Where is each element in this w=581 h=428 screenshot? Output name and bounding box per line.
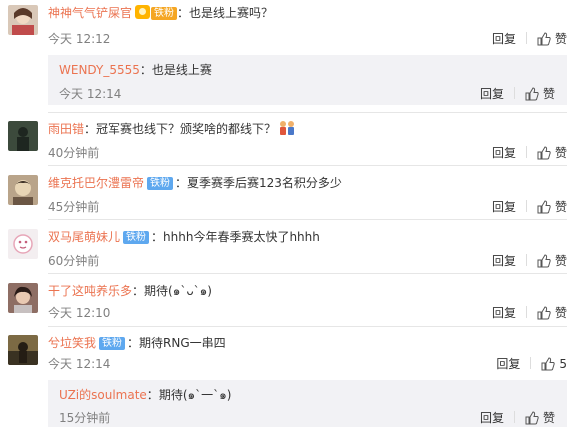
reply-username[interactable]: WENDY_5555 [59, 63, 140, 77]
divider [48, 219, 567, 220]
comment-text: 也是线上赛吗？ [189, 6, 274, 20]
divider [48, 112, 567, 113]
reply-box: UZi的soulmate：期待(๑`一`๑) 15分钟前 回复 赞 [48, 380, 567, 427]
reply-button[interactable]: 回复 [480, 85, 504, 102]
reply-button[interactable]: 回复 [492, 30, 516, 47]
comment-item: 神神气气铲屎官 铁粉 ：也是线上赛吗？ 今天 12:12 回复赞 WENDY_555… [0, 0, 581, 110]
comment-body: 维克托巴尔澧雷帝 铁粉 ：夏季赛季后赛123名积分多少 [48, 176, 342, 190]
reply-button[interactable]: 回复 [492, 252, 516, 269]
divider [48, 273, 567, 274]
fan-badge: 铁粉 [151, 7, 178, 20]
thumbs-up-icon [525, 87, 539, 104]
reply-button[interactable]: 回复 [492, 198, 516, 215]
people-emoji-icon [278, 120, 296, 141]
reply-time: 15分钟前 [59, 411, 111, 425]
comment-body: 兮垃笑我 铁粉 ：期待RNG一串四 [48, 336, 226, 350]
reply-time: 今天 12:14 [59, 87, 122, 101]
action-divider [513, 411, 515, 423]
comment-text: hhhh今年春季赛太快了hhhh [163, 230, 320, 244]
fan-badge: 铁粉 [99, 337, 126, 350]
like-button[interactable]: 赞 [537, 252, 567, 271]
avatar[interactable] [8, 121, 38, 151]
reply-button[interactable]: 回复 [492, 144, 516, 161]
reply-username[interactable]: UZi的soulmate [59, 388, 147, 402]
comment-time: 60分钟前 [48, 254, 100, 268]
comment-item: 维克托巴尔澧雷帝 铁粉 ：夏季赛季后赛123名积分多少 45分钟前 回复 赞 [0, 170, 581, 220]
action-divider [525, 254, 527, 266]
divider [48, 326, 567, 327]
reply-box: WENDY_5555：也是线上赛 今天 12:14 回复 赞 [48, 55, 567, 105]
comment-text: 夏季赛季后赛123名积分多少 [187, 176, 342, 190]
action-divider [513, 87, 515, 99]
action-divider [525, 200, 527, 212]
comment-item: 双马尾萌妹儿 铁粉 ：hhhh今年春季赛太快了hhhh 60分钟前 回复 赞 [0, 224, 581, 274]
like-count: 5 [559, 357, 567, 371]
comment-item: 雨田错：冠军赛也线下？颁奖啥的都线下？ 40分钟前 回复 赞 [0, 116, 581, 166]
comment-time: 今天 12:12 [48, 32, 111, 46]
medal-icon [135, 5, 151, 19]
reply-button[interactable]: 回复 [480, 409, 504, 426]
divider [48, 165, 567, 166]
like-label: 赞 [542, 87, 555, 101]
comment-body: 雨田错：冠军赛也线下？颁奖啥的都线下？ [48, 120, 296, 141]
avatar[interactable] [8, 5, 38, 35]
comment-time: 今天 12:10 [48, 306, 111, 320]
fan-badge: 铁粉 [147, 177, 174, 190]
comment-item: 干了这吨养乐多：期待(๑`ᴗ`๑) 今天 12:10 回复 赞 [0, 278, 581, 328]
reply-button[interactable]: 回复 [492, 304, 516, 321]
comment-time: 40分钟前 [48, 146, 100, 160]
action-divider [525, 32, 527, 44]
comment-username[interactable]: 干了这吨养乐多 [48, 284, 132, 298]
like-label: 赞 [554, 306, 567, 320]
comment-text: 期待RNG一串四 [139, 336, 226, 350]
like-button[interactable]: 赞 [537, 144, 567, 163]
comment-body: 双马尾萌妹儿 铁粉 ：hhhh今年春季赛太快了hhhh [48, 230, 320, 244]
thumbs-up-icon [537, 200, 551, 217]
like-label: 赞 [554, 146, 567, 160]
like-label: 赞 [554, 32, 567, 46]
like-button[interactable]: 赞 [537, 30, 567, 49]
comment-username[interactable]: 维克托巴尔澧雷帝 [48, 176, 144, 190]
like-button[interactable]: 5 [541, 357, 567, 374]
action-divider [530, 357, 532, 369]
action-divider [525, 146, 527, 158]
comment-username[interactable]: 神神气气铲屎官 [48, 6, 132, 20]
like-label: 赞 [554, 254, 567, 268]
comment-text: 冠军赛也线下？颁奖啥的都线下？ [96, 122, 277, 136]
avatar[interactable] [8, 175, 38, 205]
reply-text: 也是线上赛 [151, 63, 212, 77]
reply-body: UZi的soulmate：期待(๑`一`๑) [59, 388, 232, 402]
comment-body: 神神气气铲屎官 铁粉 ：也是线上赛吗？ [48, 5, 274, 20]
fan-badge: 铁粉 [123, 231, 150, 244]
thumbs-up-icon [537, 32, 551, 49]
like-label: 赞 [554, 200, 567, 214]
action-divider [525, 306, 527, 318]
comment-item: 兮垃笑我 铁粉 ：期待RNG一串四 今天 12:14 回复 5 UZi的soulmat… [0, 330, 581, 427]
comment-body: 干了这吨养乐多：期待(๑`ᴗ`๑) [48, 284, 212, 298]
avatar[interactable] [8, 283, 38, 313]
reply-text: 期待(๑`一`๑) [158, 388, 232, 402]
thumbs-up-icon [541, 357, 556, 374]
comment-username[interactable]: 兮垃笑我 [48, 336, 96, 350]
like-button[interactable]: 赞 [525, 409, 555, 428]
like-button[interactable]: 赞 [525, 85, 555, 104]
thumbs-up-icon [537, 306, 551, 323]
comment-time: 今天 12:14 [48, 357, 111, 371]
comment-text: 期待(๑`ᴗ`๑) [144, 284, 212, 298]
like-label: 赞 [542, 411, 555, 425]
avatar[interactable] [8, 229, 38, 259]
comment-time: 45分钟前 [48, 200, 100, 214]
like-button[interactable]: 赞 [537, 198, 567, 217]
comment-username[interactable]: 双马尾萌妹儿 [48, 230, 120, 244]
thumbs-up-icon [537, 146, 551, 163]
reply-button[interactable]: 回复 [496, 355, 520, 372]
reply-body: WENDY_5555：也是线上赛 [59, 63, 212, 77]
avatar[interactable] [8, 335, 38, 365]
thumbs-up-icon [537, 254, 551, 271]
like-button[interactable]: 赞 [537, 304, 567, 323]
thumbs-up-icon [525, 411, 539, 428]
comment-username[interactable]: 雨田错 [48, 122, 84, 136]
